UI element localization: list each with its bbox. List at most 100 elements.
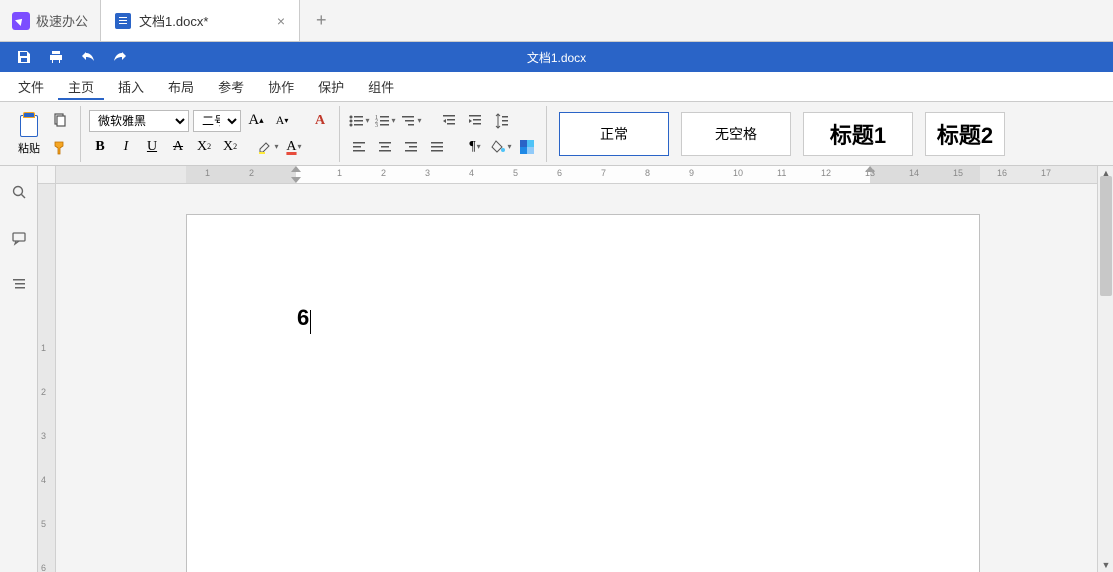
- style-heading1-label: 标题1: [830, 118, 886, 150]
- menu-reference[interactable]: 参考: [208, 73, 254, 100]
- decrease-indent-button[interactable]: [438, 110, 460, 132]
- horizontal-ruler[interactable]: 211234567891011121314151617: [56, 166, 1097, 184]
- font-name-select[interactable]: 微软雅黑: [89, 110, 189, 132]
- theme-color-button[interactable]: [516, 136, 538, 158]
- align-justify-icon: [429, 139, 445, 155]
- increase-indent-button[interactable]: [464, 110, 486, 132]
- ribbon-group-clipboard: 粘贴: [6, 106, 81, 162]
- document-text: 6: [297, 305, 309, 330]
- document-canvas[interactable]: 6: [56, 184, 1097, 572]
- multilevel-list-button[interactable]: ▾: [400, 110, 422, 132]
- style-no-spacing[interactable]: 无空格: [681, 112, 791, 156]
- menu-plugin[interactable]: 组件: [358, 73, 404, 100]
- paste-button[interactable]: 粘贴: [14, 110, 44, 158]
- close-tab-icon[interactable]: ×: [277, 13, 285, 29]
- menu-collab[interactable]: 协作: [258, 73, 304, 100]
- style-no-spacing-label: 无空格: [715, 124, 757, 144]
- decrease-font-button[interactable]: A▾: [271, 110, 293, 132]
- menu-home[interactable]: 主页: [58, 73, 104, 100]
- style-heading2[interactable]: 标题2: [925, 112, 1005, 156]
- align-center-button[interactable]: [374, 136, 396, 158]
- ribbon-group-paragraph: ▾ 123▾ ▾ ¶▾ ▾: [340, 106, 547, 162]
- text-cursor: [310, 310, 311, 334]
- add-tab-button[interactable]: +: [300, 10, 343, 31]
- workspace: 211234567891011121314151617 1234567 6 ▲ …: [38, 166, 1113, 572]
- align-right-button[interactable]: [400, 136, 422, 158]
- print-icon: [48, 49, 64, 65]
- highlight-button[interactable]: ▾: [257, 136, 279, 158]
- document-icon: [115, 13, 131, 29]
- comments-panel-button[interactable]: [7, 226, 31, 250]
- left-sidebar: [0, 166, 38, 572]
- vertical-scrollbar[interactable]: ▲ ▼: [1097, 166, 1113, 572]
- print-button[interactable]: [40, 42, 72, 72]
- tab-title: 文档1.docx*: [139, 11, 208, 30]
- document-tab[interactable]: 文档1.docx* ×: [100, 0, 300, 41]
- numbered-list-button[interactable]: 123▾: [374, 110, 396, 132]
- bullet-list-icon: [348, 113, 364, 129]
- document-page[interactable]: 6: [186, 214, 980, 572]
- line-spacing-icon: [493, 113, 509, 129]
- font-color-button[interactable]: A▾: [283, 136, 305, 158]
- ruler-corner: [38, 166, 56, 184]
- app-logo-icon: [12, 12, 30, 30]
- align-right-icon: [403, 139, 419, 155]
- svg-text:3: 3: [375, 123, 378, 129]
- copy-button[interactable]: [48, 108, 72, 132]
- align-left-button[interactable]: [348, 136, 370, 158]
- ribbon: 粘贴 微软雅黑 二号 A▴ A▾ A: [0, 102, 1113, 166]
- bullet-list-button[interactable]: ▾: [348, 110, 370, 132]
- format-painter-button[interactable]: [48, 136, 72, 160]
- document-title: 文档1.docx: [527, 49, 586, 66]
- italic-button[interactable]: I: [115, 136, 137, 158]
- shading-button[interactable]: ▾: [490, 136, 512, 158]
- highlight-icon: [257, 139, 273, 155]
- change-case-button[interactable]: A: [309, 110, 331, 132]
- align-justify-button[interactable]: [426, 136, 448, 158]
- save-button[interactable]: [8, 42, 40, 72]
- style-heading2-label: 标题2: [937, 118, 993, 150]
- headings-panel-button[interactable]: [7, 272, 31, 296]
- style-normal-label: 正常: [600, 124, 628, 144]
- main-area: 211234567891011121314151617 1234567 6 ▲ …: [0, 166, 1113, 572]
- outline-icon: [11, 276, 27, 292]
- title-bar: 极速办公 文档1.docx* × +: [0, 0, 1113, 42]
- font-size-select[interactable]: 二号: [193, 110, 241, 132]
- menu-layout[interactable]: 布局: [158, 73, 204, 100]
- redo-button[interactable]: [104, 42, 136, 72]
- copy-icon: [52, 112, 68, 128]
- menu-protect[interactable]: 保护: [308, 73, 354, 100]
- redo-icon: [112, 49, 128, 65]
- subscript-button[interactable]: X2: [219, 136, 241, 158]
- scroll-down-icon[interactable]: ▼: [1098, 558, 1113, 572]
- menu-bar: 文件 主页 插入 布局 参考 协作 保护 组件: [0, 72, 1113, 102]
- quick-access-bar: 文档1.docx: [0, 42, 1113, 72]
- search-panel-button[interactable]: [7, 180, 31, 204]
- ribbon-group-font: 微软雅黑 二号 A▴ A▾ A B I U A X2 X2 ▾: [81, 106, 340, 162]
- style-normal[interactable]: 正常: [559, 112, 669, 156]
- app-brand: 极速办公: [0, 0, 100, 41]
- menu-file[interactable]: 文件: [8, 73, 54, 100]
- bold-button[interactable]: B: [89, 136, 111, 158]
- vertical-ruler[interactable]: 1234567: [38, 184, 56, 572]
- scrollbar-thumb[interactable]: [1100, 176, 1112, 296]
- search-icon: [11, 184, 27, 200]
- style-heading1[interactable]: 标题1: [803, 112, 913, 156]
- paste-icon: [18, 112, 40, 138]
- line-spacing-button[interactable]: [490, 110, 512, 132]
- underline-button[interactable]: U: [141, 136, 163, 158]
- paragraph-marks-button[interactable]: ¶▾: [464, 136, 486, 158]
- ribbon-group-styles: 正常 无空格 标题1 标题2: [547, 106, 1107, 162]
- paste-label: 粘贴: [18, 140, 40, 156]
- color-swatch-icon: [520, 140, 534, 154]
- undo-button[interactable]: [72, 42, 104, 72]
- multilevel-list-icon: [400, 113, 416, 129]
- increase-font-button[interactable]: A▴: [245, 110, 267, 132]
- superscript-button[interactable]: X2: [193, 136, 215, 158]
- increase-indent-icon: [467, 113, 483, 129]
- align-left-icon: [351, 139, 367, 155]
- menu-insert[interactable]: 插入: [108, 73, 154, 100]
- strikethrough-button[interactable]: A: [167, 136, 189, 158]
- numbered-list-icon: 123: [374, 113, 390, 129]
- decrease-indent-icon: [441, 113, 457, 129]
